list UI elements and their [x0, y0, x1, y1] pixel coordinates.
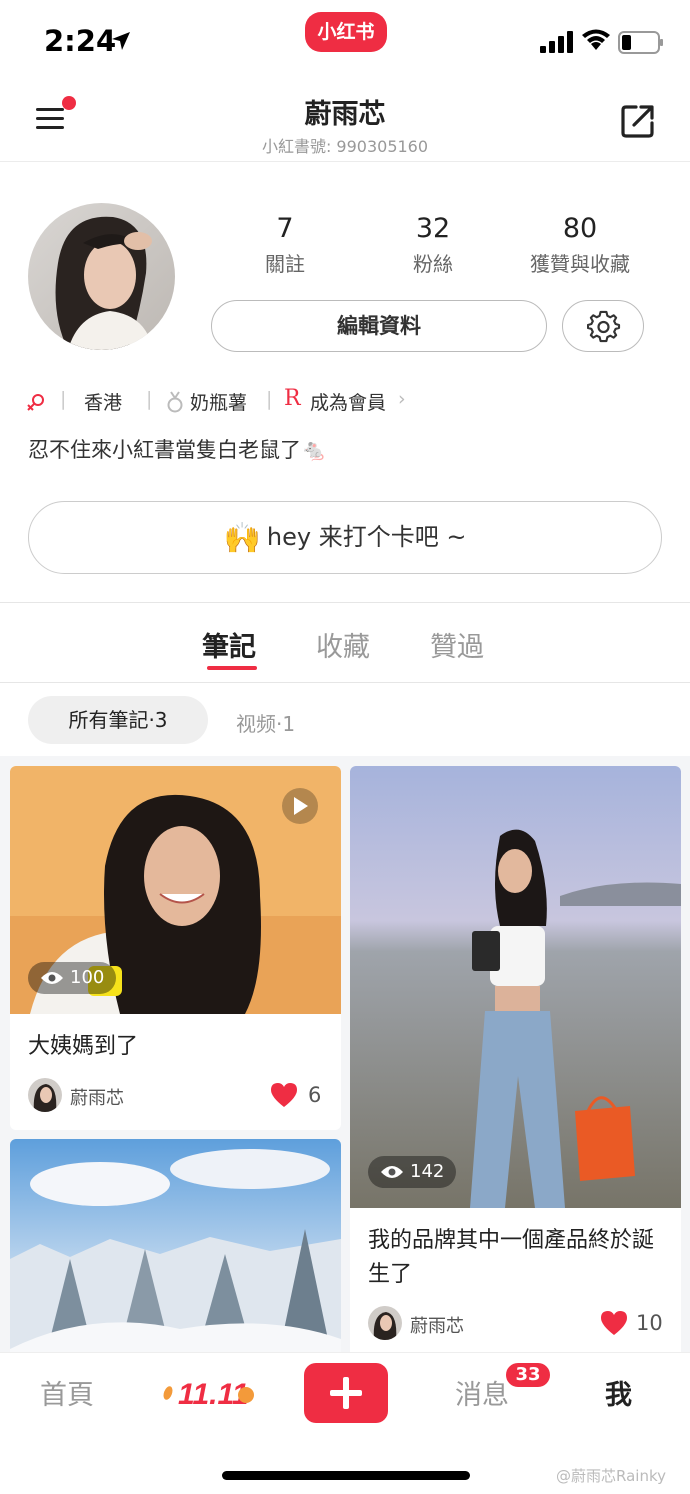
note-cover-image [350, 766, 681, 1208]
gear-icon [587, 310, 621, 343]
status-bar: 2:24 小红书 [0, 0, 690, 80]
edit-profile-button[interactable]: 編輯資料 [211, 300, 547, 352]
status-time: 2:24 [44, 24, 117, 58]
profile-id: 小紅書號: 990305160 [261, 137, 429, 156]
weibo-watermark: @蔚雨芯Rainky [556, 1467, 666, 1485]
profile-header: 蔚雨芯 小紅書號: 990305160 [0, 80, 690, 162]
checkin-label: hey 来打个卡吧 ~ [266, 523, 467, 551]
checkin-button[interactable]: 🙌 hey 来打个卡吧 ~ [28, 501, 662, 574]
stat-likes-label: 獲贊與收藏 [530, 252, 630, 276]
home-indicator[interactable] [222, 1471, 470, 1480]
note-card[interactable]: 142 我的品牌其中一個產品終於誕生了 蔚雨芯 10 [350, 766, 681, 1354]
nav-home[interactable]: 首頁 [40, 1373, 94, 1412]
profile-name: 蔚雨芯 [304, 99, 386, 130]
create-note-button[interactable] [304, 1363, 388, 1423]
location-tag: 香港 [84, 392, 123, 414]
plus-icon [330, 1377, 362, 1409]
nav-promo-1111[interactable]: 11.11 [160, 1371, 260, 1411]
app-logo-badge: 小红书 [305, 12, 387, 52]
note-card[interactable] [10, 1139, 341, 1354]
settings-button[interactable] [562, 300, 644, 352]
note-cover-image [10, 1139, 341, 1354]
heart-icon[interactable] [270, 1082, 298, 1108]
battery-icon [618, 31, 663, 54]
notes-feed: 100 大姨媽到了 蔚雨芯 6 142 我的品牌其中一個產品終於誕生了 蔚雨芯 … [0, 756, 690, 1354]
messages-count-badge: 33 [504, 1361, 552, 1389]
cellular-signal-icon [540, 31, 573, 53]
female-icon [27, 394, 44, 411]
stat-following-value: 7 [276, 213, 294, 244]
filter-videos[interactable]: 视频·1 [236, 708, 295, 737]
share-icon[interactable] [620, 103, 656, 139]
profile-bio: 忍不住來小紅書當隻白老鼠了🐁 [28, 438, 328, 462]
level-badge-tag[interactable]: 奶瓶薯 [190, 388, 247, 415]
filter-all-notes[interactable]: 所有筆記·3 [28, 696, 208, 744]
bottom-nav: 首頁 11.11 消息 33 我 @蔚雨芯Rainky [0, 1352, 690, 1494]
medal-icon [167, 391, 183, 413]
chevron-right-icon: › [398, 388, 406, 410]
stat-following-label: 關註 [265, 252, 305, 276]
stat-followers-value: 32 [415, 213, 451, 244]
note-card[interactable]: 100 大姨媽到了 蔚雨芯 6 [10, 766, 341, 1130]
stat-followers[interactable]: 32 粉絲 [363, 213, 503, 277]
location-arrow-icon [112, 32, 130, 50]
tab-liked[interactable]: 贊過 [430, 625, 484, 664]
note-title: 大姨媽到了 [28, 1034, 139, 1059]
nav-me[interactable]: 我 [605, 1373, 632, 1412]
nav-messages[interactable]: 消息 [455, 1373, 509, 1412]
raised-hands-icon: 🙌 [223, 521, 261, 556]
tab-notes[interactable]: 筆記 [202, 625, 256, 664]
like-count: 6 [308, 1083, 322, 1107]
author-avatar [368, 1306, 402, 1340]
profile-tabs: 筆記 收藏 贊過 [0, 602, 690, 683]
author-avatar [28, 1078, 62, 1112]
eye-icon [381, 1166, 403, 1178]
stat-likes-value: 80 [562, 213, 598, 244]
eye-icon [41, 972, 63, 984]
note-title: 我的品牌其中一個產品終於誕生了 [368, 1228, 655, 1287]
become-member-link[interactable]: 成為會員 [310, 388, 386, 415]
member-r-icon: R [284, 386, 301, 411]
stat-followers-label: 粉絲 [413, 252, 453, 276]
view-count-badge: 100 [28, 962, 117, 994]
active-tab-indicator [207, 666, 257, 670]
view-count-badge: 142 [368, 1156, 457, 1188]
wifi-icon [582, 29, 610, 50]
like-count: 10 [636, 1311, 663, 1335]
promo-1111-icon: 11.11 [163, 1378, 254, 1411]
heart-icon[interactable] [600, 1310, 628, 1336]
profile-avatar[interactable] [28, 203, 175, 350]
stat-following[interactable]: 7 關註 [215, 213, 355, 277]
tab-collections[interactable]: 收藏 [316, 625, 370, 664]
stat-likes-collections[interactable]: 80 獲贊與收藏 [510, 213, 650, 277]
note-author: 蔚雨芯 [410, 1316, 464, 1337]
note-author: 蔚雨芯 [70, 1088, 124, 1109]
